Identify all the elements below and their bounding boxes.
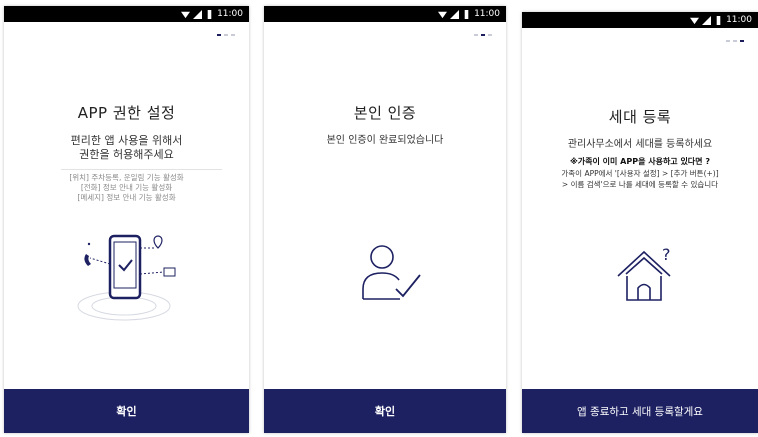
page-dot-3 (740, 40, 744, 42)
page-indicator (726, 40, 744, 42)
page-dot-3 (488, 34, 492, 36)
battery-icon (464, 9, 469, 19)
page-dot-2 (733, 40, 737, 42)
exit-and-register-button[interactable]: 앱 종료하고 세대 등록할게요 (522, 389, 758, 433)
subtitle-line-1: 편리한 앱 사용을 위해서 (70, 134, 183, 147)
verification-screen: 11:00 본인 인증 본인 인증이 완료되었습니다 확인 (264, 6, 506, 433)
battery-icon (207, 9, 212, 19)
page-title: 본인 인증 (353, 104, 417, 122)
family-instructions: 가족이 APP에서 '[사용자 설정] > [추가 버튼(+)] > 이름 검색… (522, 168, 758, 190)
phone-permission-illustration (77, 234, 176, 321)
signal-icon (193, 9, 203, 19)
permission-list: [위치] 주차등록, 운일림 기능 활성화 [전화] 정보 안내 기능 활성화 … (4, 173, 249, 203)
permission-screen: 11:00 APP 권한 설정 편리한 앱 사용을 위해서 권한을 허용해주세요… (4, 6, 249, 433)
household-registration-screen: 11:00 세대 등록 관리사무소에서 세대를 등록하세요 ※가족이 이미 AP… (522, 12, 758, 433)
status-time: 11:00 (726, 15, 752, 25)
page-subtitle: 편리한 앱 사용을 위해서 권한을 허용해주세요 (4, 134, 249, 162)
page-indicator (217, 34, 235, 36)
status-time: 11:00 (217, 9, 243, 19)
status-bar: 11:00 (264, 6, 506, 22)
family-note: ※가족이 이미 APP을 사용하고 있다면 ? (570, 157, 710, 166)
status-bar: 11:00 (4, 6, 249, 22)
permission-location: [위치] 주차등록, 운일림 기능 활성화 (69, 173, 184, 182)
page-dot-1 (217, 34, 221, 36)
status-bar: 11:00 (522, 12, 758, 28)
permission-phone: [전화] 정보 안내 기능 활성화 (80, 183, 173, 192)
page-title: 세대 등록 (608, 108, 672, 126)
permission-message: [메세지] 정보 안내 기능 활성화 (77, 193, 176, 202)
wifi-icon (181, 11, 191, 18)
battery-icon (716, 15, 721, 25)
instruction-line-2: > 이름 검색'으로 나를 세대에 등록할 수 있습니다 (561, 180, 719, 189)
divider (61, 169, 222, 170)
page-dot-2 (224, 34, 228, 36)
confirm-button[interactable]: 확인 (4, 389, 249, 433)
subtitle-line-2: 권한을 허용해주세요 (79, 148, 174, 161)
page-subtitle: 관리사무소에서 세대를 등록하세요 (567, 139, 713, 150)
signal-icon (450, 9, 460, 19)
house-question-icon: ? (617, 245, 671, 301)
wifi-icon (438, 11, 448, 18)
user-verified-icon (362, 245, 421, 300)
instruction-line-1: 가족이 APP에서 '[사용자 설정] > [추가 버튼(+)] (561, 169, 719, 178)
confirm-button[interactable]: 확인 (264, 389, 506, 433)
page-title: APP 권한 설정 (77, 104, 176, 122)
page-dot-1 (726, 40, 730, 42)
page-subtitle: 본인 인증이 완료되었습니다 (326, 135, 444, 146)
svg-text:?: ? (662, 245, 671, 264)
signal-icon (702, 15, 712, 25)
wifi-icon (690, 17, 700, 24)
page-indicator (474, 34, 492, 36)
page-dot-2 (481, 34, 485, 36)
status-time: 11:00 (474, 9, 500, 19)
page-dot-3 (231, 34, 235, 36)
page-dot-1 (474, 34, 478, 36)
